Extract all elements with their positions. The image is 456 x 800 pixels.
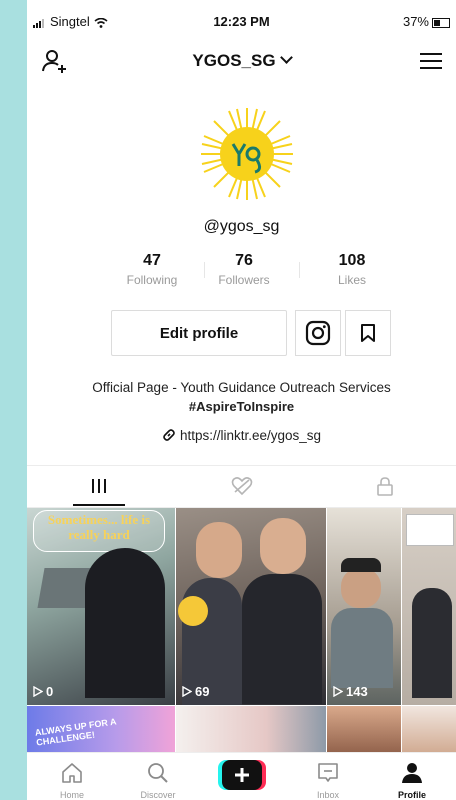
stat-following[interactable]: 47 Following bbox=[107, 252, 197, 287]
bottom-nav: Home Discover Inbox Profile bbox=[27, 752, 456, 800]
play-icon bbox=[182, 685, 193, 698]
profile-tabs bbox=[27, 466, 456, 508]
top-bar: YGOS_SG bbox=[27, 40, 456, 80]
nav-create[interactable] bbox=[199, 753, 285, 800]
stat-label: Followers bbox=[218, 273, 270, 287]
battery: 37% bbox=[403, 14, 450, 29]
video-thumbnail[interactable] bbox=[402, 508, 456, 705]
nav-home[interactable]: Home bbox=[29, 753, 115, 800]
plus-icon bbox=[218, 760, 266, 790]
menu-icon[interactable] bbox=[420, 53, 442, 69]
lock-icon bbox=[376, 477, 393, 496]
stat-followers[interactable]: 76 Followers bbox=[199, 252, 289, 287]
profile-handle: @ygos_sg bbox=[203, 218, 280, 235]
chevron-down-icon bbox=[279, 51, 293, 64]
video-overlay-text: ALWAYS UP FOR A CHALLENGE! bbox=[34, 716, 117, 748]
search-icon bbox=[148, 763, 168, 783]
bio-line: Official Page - Youth Guidance Outreach … bbox=[92, 380, 391, 395]
view-count-value: 0 bbox=[46, 684, 54, 699]
play-icon bbox=[333, 685, 344, 698]
nav-label: Inbox bbox=[316, 790, 340, 800]
stat-value: 76 bbox=[235, 252, 253, 269]
video-thumbnail[interactable] bbox=[402, 706, 456, 756]
clock: 12:23 PM bbox=[213, 14, 270, 29]
view-count: 143 bbox=[333, 684, 368, 699]
divider bbox=[299, 262, 300, 278]
view-count: 69 bbox=[182, 684, 209, 699]
favorites-button[interactable] bbox=[345, 310, 391, 356]
video-thumbnail[interactable] bbox=[176, 706, 326, 756]
video-grid: Sometimes... life is really hard 0 69 14… bbox=[27, 508, 456, 756]
avatar[interactable] bbox=[197, 104, 297, 204]
home-icon bbox=[62, 763, 82, 783]
instagram-icon bbox=[305, 320, 331, 346]
video-thumbnail[interactable] bbox=[327, 706, 401, 756]
stats-row: 47 Following 76 Followers 108 Likes bbox=[27, 252, 456, 292]
tab-private[interactable] bbox=[313, 466, 456, 506]
stat-label: Following bbox=[126, 273, 178, 287]
nav-discover[interactable]: Discover bbox=[115, 753, 201, 800]
heart-hidden-icon bbox=[231, 477, 252, 496]
video-thumbnail[interactable]: ALWAYS UP FOR A CHALLENGE! bbox=[27, 706, 175, 756]
username-title: YGOS_SG bbox=[192, 51, 276, 70]
emoji-sticker bbox=[178, 596, 208, 626]
nav-label: Discover bbox=[140, 790, 176, 800]
play-icon bbox=[33, 685, 44, 698]
account-switcher[interactable]: YGOS_SG bbox=[27, 51, 456, 71]
battery-icon bbox=[432, 17, 450, 28]
view-count: 0 bbox=[33, 684, 53, 699]
bookmark-icon bbox=[361, 324, 375, 342]
stat-value: 47 bbox=[143, 252, 161, 269]
tab-liked[interactable] bbox=[170, 466, 313, 506]
bio-hashtag: #AspireToInspire bbox=[188, 399, 295, 414]
inbox-icon bbox=[318, 763, 338, 782]
profile-link[interactable]: https://linktr.ee/ygos_sg bbox=[27, 428, 456, 443]
nav-label: Profile bbox=[397, 790, 426, 800]
video-thumbnail[interactable]: 143 bbox=[327, 508, 401, 705]
nav-inbox[interactable]: Inbox bbox=[285, 753, 371, 800]
phone-screen: Singtel 12:23 PM 37% YGOS_SG @ygos_sg 47… bbox=[27, 0, 456, 800]
edit-profile-button[interactable]: Edit profile bbox=[111, 310, 287, 356]
sun-logo-icon bbox=[201, 108, 293, 200]
view-count-value: 69 bbox=[195, 684, 210, 699]
link-icon bbox=[163, 429, 175, 441]
view-count-value: 143 bbox=[346, 684, 368, 699]
video-thumbnail[interactable]: 69 bbox=[176, 508, 326, 705]
battery-percent: 37% bbox=[402, 14, 429, 29]
stat-likes[interactable]: 108 Likes bbox=[307, 252, 397, 287]
nav-profile[interactable]: Profile bbox=[369, 753, 455, 800]
tab-videos[interactable] bbox=[27, 466, 170, 506]
grid-icon bbox=[91, 479, 106, 493]
stat-label: Likes bbox=[337, 273, 366, 287]
instagram-button[interactable] bbox=[295, 310, 341, 356]
video-overlay-text: Sometimes... life is really hard bbox=[47, 512, 151, 542]
profile-icon bbox=[402, 763, 422, 783]
profile-link-text: https://linktr.ee/ygos_sg bbox=[179, 428, 322, 443]
stat-value: 108 bbox=[338, 252, 366, 269]
status-bar: Singtel 12:23 PM 37% bbox=[27, 0, 456, 40]
video-thumbnail[interactable]: Sometimes... life is really hard 0 bbox=[27, 508, 175, 705]
nav-label: Home bbox=[59, 790, 84, 800]
